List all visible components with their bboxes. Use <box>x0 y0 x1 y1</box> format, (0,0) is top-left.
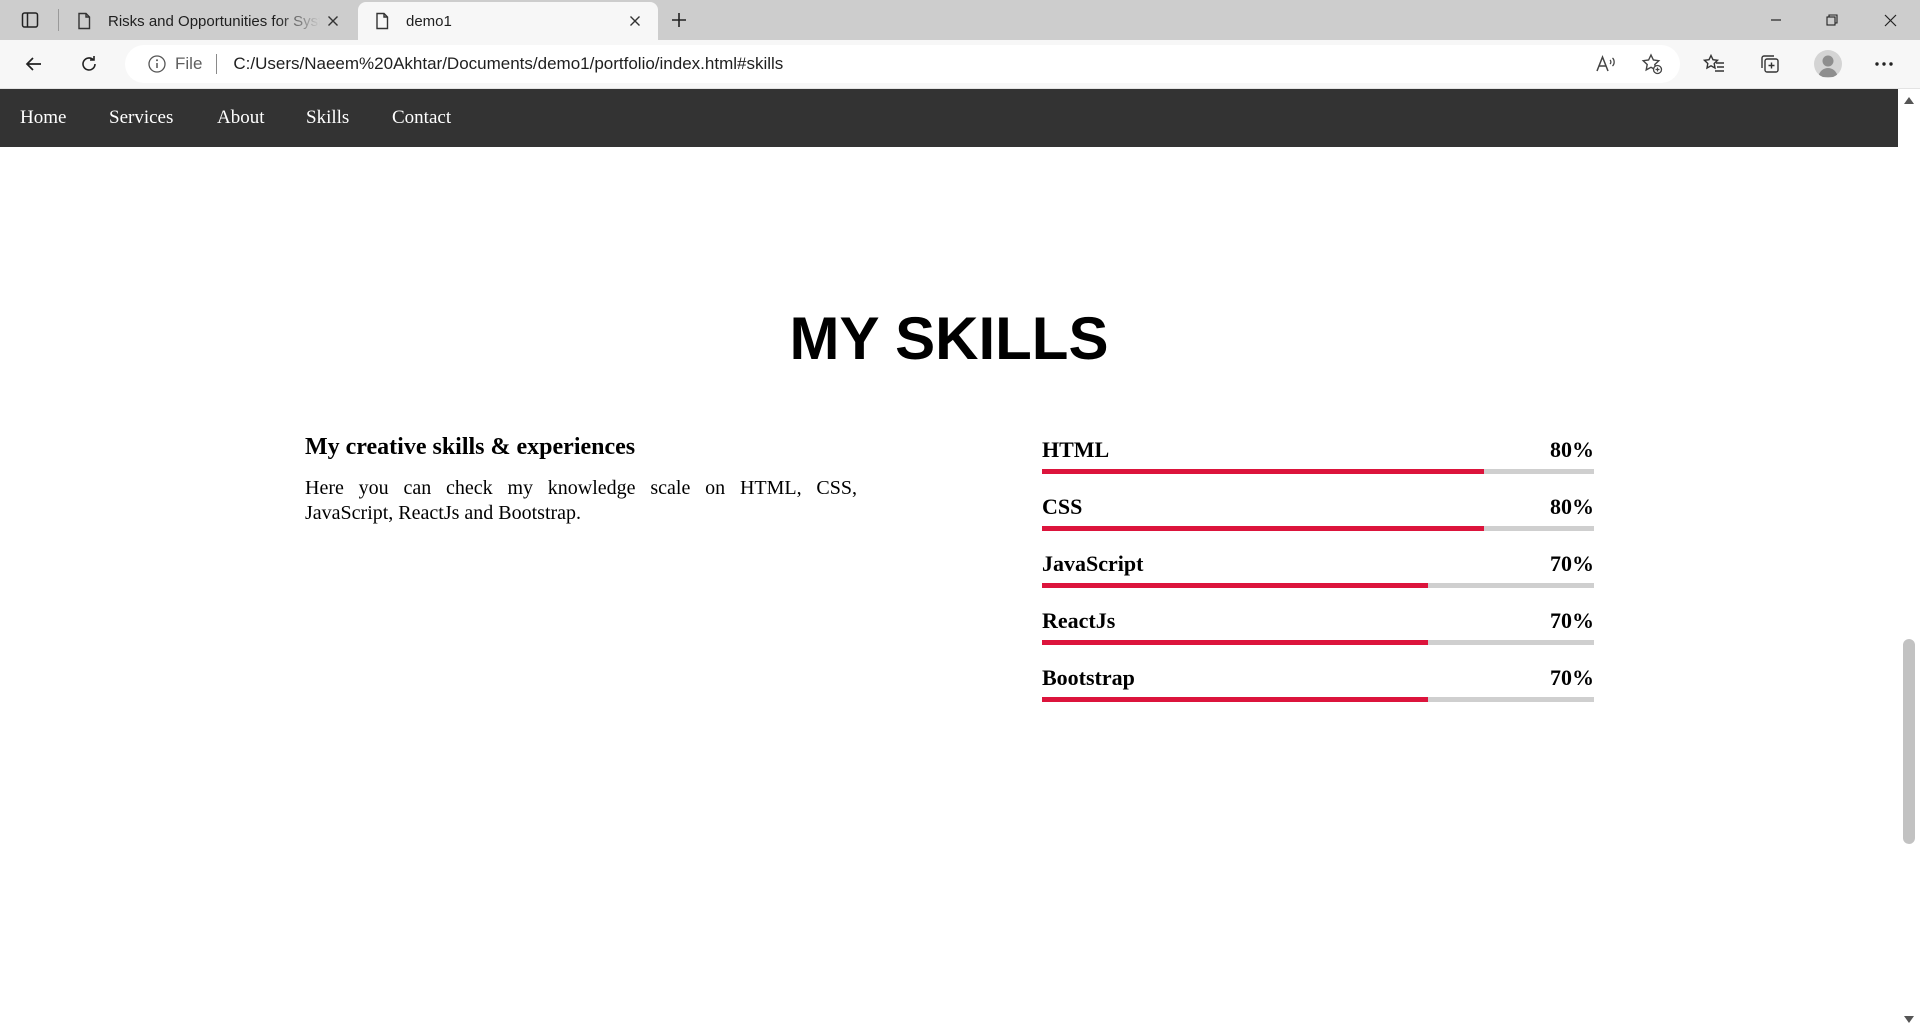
scroll-up-button[interactable] <box>1898 91 1920 109</box>
refresh-icon <box>82 56 96 71</box>
skill-progress-fill <box>1042 640 1429 645</box>
tab-separator <box>58 9 59 31</box>
skill-progress-fill <box>1042 526 1484 531</box>
skill-item-javascript: JavaScript 70% <box>1042 551 1594 591</box>
restore-button[interactable] <box>1804 0 1860 40</box>
skill-progress-fill <box>1042 469 1484 474</box>
more-icon <box>1875 62 1893 66</box>
settings-menu-button[interactable] <box>1866 48 1902 80</box>
skill-percent: 80% <box>1550 494 1594 519</box>
info-icon[interactable] <box>147 54 167 74</box>
skills-description: Here you can check my knowledge scale on… <box>305 477 857 524</box>
url-text[interactable]: C:/Users/Naeem%20Akhtar/Documents/demo1/… <box>233 54 783 74</box>
skill-percent: 70% <box>1550 551 1594 576</box>
site-navbar: Home Services About Skills Contact <box>0 89 1898 147</box>
close-icon[interactable] <box>622 8 648 34</box>
skill-item-css: CSS 80% <box>1042 494 1594 534</box>
skill-progress-bar <box>1042 583 1594 588</box>
back-arrow-icon <box>25 57 41 71</box>
triangle-up-icon <box>1904 96 1914 104</box>
skill-progress-fill <box>1042 583 1429 588</box>
tab-demo1[interactable]: demo1 <box>358 2 658 40</box>
nav-skills-link[interactable]: Skills <box>306 89 349 147</box>
tab-title: demo1 <box>406 12 452 30</box>
nav-services-link[interactable]: Services <box>109 89 173 147</box>
close-icon <box>1884 14 1896 26</box>
add-favorite-button[interactable] <box>1636 48 1668 80</box>
favorites-icon <box>1703 53 1724 72</box>
address-divider <box>216 54 218 74</box>
skill-progress-bar <box>1042 526 1594 531</box>
skills-subtitle: My creative skills & experiences <box>305 434 636 460</box>
scrollbar-thumb[interactable] <box>1903 639 1915 844</box>
skill-progress-bar <box>1042 697 1594 702</box>
tab-title: Risks and Opportunities for Systems <box>108 12 320 30</box>
restore-icon <box>1826 14 1838 26</box>
read-aloud-button[interactable] <box>1590 48 1622 80</box>
plus-icon <box>672 13 686 27</box>
skill-item-html: HTML 80% <box>1042 437 1594 477</box>
skill-name: ReactJs <box>1042 608 1116 633</box>
skill-percent: 70% <box>1550 665 1594 690</box>
page-icon <box>78 12 91 30</box>
tab-actions-icon <box>21 12 39 28</box>
skill-name: Bootstrap <box>1042 665 1135 690</box>
skill-progress-bar <box>1042 640 1594 645</box>
new-tab-button[interactable] <box>663 5 695 35</box>
triangle-down-icon <box>1904 1015 1914 1023</box>
skill-name: JavaScript <box>1042 551 1144 576</box>
page-scrollbar[interactable] <box>1898 89 1920 1030</box>
nav-about-link[interactable]: About <box>217 89 265 147</box>
skill-progress-fill <box>1042 697 1429 702</box>
tab-actions-button[interactable] <box>12 5 48 35</box>
skill-item-bootstrap: Bootstrap 70% <box>1042 665 1594 705</box>
scroll-down-button[interactable] <box>1898 1010 1920 1028</box>
collections-icon <box>1761 55 1779 73</box>
nav-contact-link[interactable]: Contact <box>392 89 451 147</box>
scheme-label: File <box>175 54 203 73</box>
star-add-icon <box>1641 53 1663 75</box>
skill-item-reactjs: ReactJs 70% <box>1042 608 1594 648</box>
tab-risks[interactable]: Risks and Opportunities for Systems <box>60 2 356 40</box>
window-close-button[interactable] <box>1862 0 1918 40</box>
read-aloud-icon <box>1596 54 1615 72</box>
minimize-button[interactable] <box>1748 0 1804 40</box>
favorites-button[interactable] <box>1696 48 1732 80</box>
section-title: MY SKILLS <box>789 305 1109 372</box>
skill-percent: 80% <box>1550 437 1594 462</box>
profile-button[interactable] <box>1810 48 1846 80</box>
skill-name: CSS <box>1042 494 1083 519</box>
page-viewport: Home Services About Skills Contact MY SK… <box>0 89 1898 1030</box>
skill-percent: 70% <box>1550 608 1594 633</box>
nav-home-link[interactable]: Home <box>20 89 66 147</box>
browser-toolbar: File C:/Users/Naeem%20Akhtar/Documents/d… <box>0 40 1920 89</box>
minimize-icon <box>1771 19 1781 21</box>
avatar <box>1814 50 1842 78</box>
back-button[interactable] <box>16 48 52 80</box>
tab-strip: Risks and Opportunities for Systems demo… <box>0 0 1920 40</box>
skill-name: HTML <box>1042 437 1110 462</box>
address-bar[interactable]: File C:/Users/Naeem%20Akhtar/Documents/d… <box>125 45 1680 83</box>
close-icon[interactable] <box>320 8 346 34</box>
refresh-button[interactable] <box>71 48 107 80</box>
page-icon <box>376 12 389 30</box>
collections-button[interactable] <box>1752 48 1788 80</box>
skill-progress-bar <box>1042 469 1594 474</box>
